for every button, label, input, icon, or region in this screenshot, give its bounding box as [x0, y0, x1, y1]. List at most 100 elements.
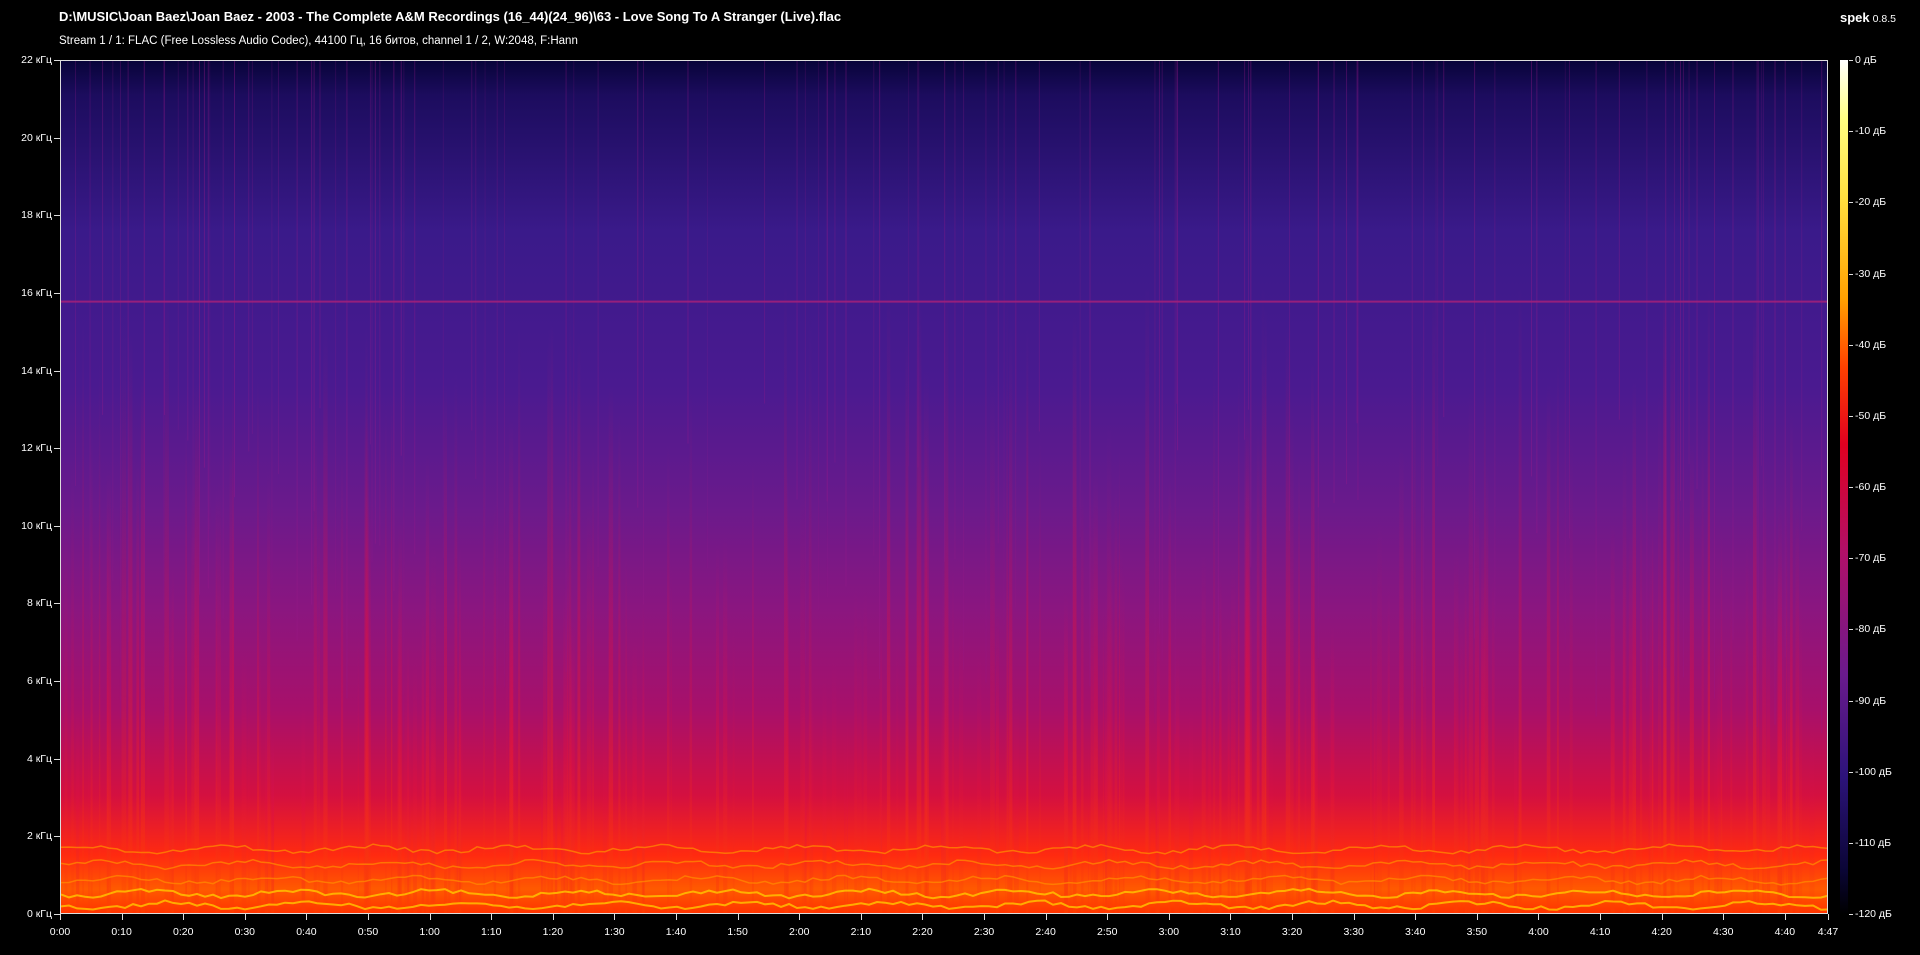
db-tick [1849, 202, 1853, 203]
freq-tick-label: 2 кГц [26, 830, 52, 843]
noise-streak [1079, 61, 1081, 538]
noise-streak [1732, 61, 1734, 640]
energy-streak [844, 725, 846, 913]
time-tick-label: 1:00 [419, 926, 440, 938]
energy-streak [272, 740, 274, 913]
noise-streak [918, 61, 920, 642]
freq-tick-label: 20 кГц [21, 131, 52, 144]
db-tick [1849, 274, 1853, 275]
time-tick [738, 914, 739, 920]
freq-tick [54, 448, 60, 449]
energy-streak [689, 389, 693, 913]
noise-streak [1595, 61, 1597, 717]
time-tick-label: 0:00 [49, 926, 71, 938]
energy-streak [716, 543, 719, 913]
noise-streak [1801, 61, 1803, 531]
energy-streak [618, 413, 621, 913]
energy-streak [257, 372, 259, 913]
noise-streak [944, 61, 946, 562]
freq-tick [54, 371, 60, 372]
noise-streak [826, 61, 828, 598]
noise-streak [1437, 61, 1439, 467]
stream-info: Stream 1 / 1: FLAC (Free Lossless Audio … [59, 35, 578, 47]
energy-streak [1245, 518, 1249, 913]
noise-streak [1317, 61, 1319, 659]
energy-streak [98, 358, 101, 913]
app-name: spek [1840, 10, 1870, 25]
energy-streak [431, 542, 436, 913]
energy-streak [1745, 532, 1749, 913]
energy-streak [1456, 541, 1459, 913]
noise-streak [1015, 61, 1017, 608]
energy-streak [1432, 295, 1435, 913]
time-tick-label: 4:20 [1651, 926, 1672, 938]
energy-streak [905, 338, 909, 913]
freq-tick-label: 12 кГц [21, 442, 52, 455]
db-tick-label: -80 дБ [1855, 623, 1887, 636]
db-tick-label: -100 дБ [1855, 765, 1892, 778]
energy-streak [846, 708, 849, 913]
time-tick-label: 1:50 [727, 926, 748, 938]
db-tick [1849, 131, 1853, 132]
energy-streak [1720, 527, 1723, 913]
energy-streak [1230, 562, 1236, 913]
noise-streak [1618, 61, 1620, 420]
noise-streak [475, 61, 477, 479]
time-tick-label: 4:10 [1589, 926, 1611, 938]
db-tick [1849, 60, 1853, 61]
noise-streak [203, 61, 205, 468]
file-path-title: D:\MUSIC\Joan Baez\Joan Baez - 2003 - Th… [59, 9, 842, 24]
noise-streak [643, 61, 645, 605]
energy-streak [1480, 571, 1486, 913]
energy-streak [518, 325, 521, 913]
energy-streak [1267, 542, 1269, 913]
energy-streak [804, 742, 807, 913]
time-tick [1723, 914, 1724, 920]
energy-streak [1798, 589, 1803, 913]
energy-streak [483, 311, 485, 913]
energy-streak [1102, 599, 1105, 913]
energy-streak [340, 451, 344, 913]
noise-streak [1680, 61, 1682, 501]
db-tick [1849, 487, 1853, 488]
time-tick [1538, 914, 1539, 920]
energy-streak [71, 455, 74, 913]
energy-streak [1670, 286, 1675, 913]
noise-streak [369, 61, 371, 445]
energy-streak [1264, 307, 1267, 913]
freq-tick [54, 526, 60, 527]
energy-streak [1546, 381, 1551, 913]
time-tick-label: 2:20 [912, 926, 933, 938]
energy-streak [365, 326, 368, 913]
noise-streak [319, 61, 321, 409]
time-tick [245, 914, 246, 920]
energy-streak [1464, 587, 1468, 913]
energy-streak [732, 614, 735, 913]
energy-streak [1009, 322, 1013, 913]
freq-tick [54, 836, 60, 837]
noise-streak [371, 61, 373, 563]
energy-streak [247, 671, 250, 913]
noise-streak [484, 61, 486, 705]
energy-streak [784, 571, 789, 913]
time-tick-label: 1:20 [542, 926, 564, 938]
energy-streak [1639, 490, 1643, 913]
energy-streak [323, 323, 328, 913]
db-tick [1849, 772, 1853, 773]
noise-streak [75, 61, 77, 486]
noise-streak [804, 61, 806, 665]
time-tick-label: 1:30 [604, 926, 625, 938]
time-tick-label: 3:10 [1220, 926, 1241, 938]
time-tick-label: 1:10 [481, 926, 502, 938]
db-colorbar [1840, 60, 1848, 914]
energy-streak [1387, 584, 1390, 913]
noise-streak [119, 61, 121, 719]
noise-streak [1762, 61, 1764, 601]
noise-streak [1682, 61, 1684, 678]
energy-streak [1714, 706, 1719, 913]
energy-streak [857, 596, 862, 913]
time-tick [1785, 914, 1786, 920]
noise-streak [1423, 61, 1425, 688]
energy-streak [1399, 444, 1404, 913]
energy-streak [1213, 345, 1216, 913]
